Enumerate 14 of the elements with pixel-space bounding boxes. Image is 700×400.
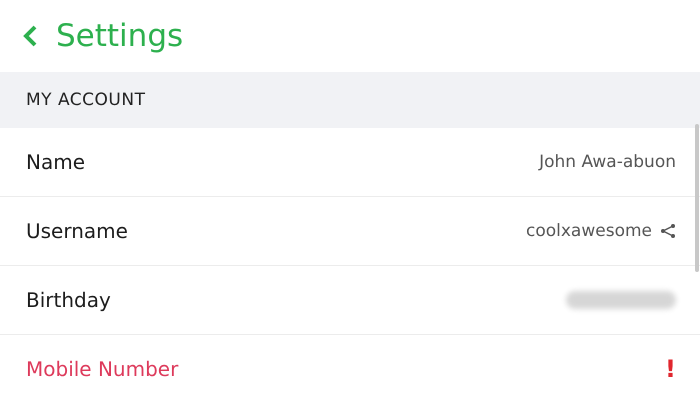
row-value: coolxawesome bbox=[526, 221, 652, 241]
row-value: John Awa-abuon bbox=[539, 152, 676, 172]
settings-row[interactable]: Birthday bbox=[0, 266, 700, 335]
section-title: MY ACCOUNT bbox=[26, 90, 146, 110]
alert-mark: ! bbox=[665, 355, 676, 383]
settings-row[interactable]: Mobile Number ! bbox=[0, 335, 700, 400]
share-icon[interactable] bbox=[660, 223, 676, 239]
row-label: Mobile Number bbox=[26, 357, 178, 381]
back-icon[interactable] bbox=[22, 24, 38, 48]
scrollbar[interactable] bbox=[695, 124, 699, 272]
row-label: Name bbox=[26, 150, 86, 174]
row-label: Username bbox=[26, 219, 128, 243]
page-title: Settings bbox=[56, 18, 184, 54]
row-label: Birthday bbox=[26, 288, 111, 312]
